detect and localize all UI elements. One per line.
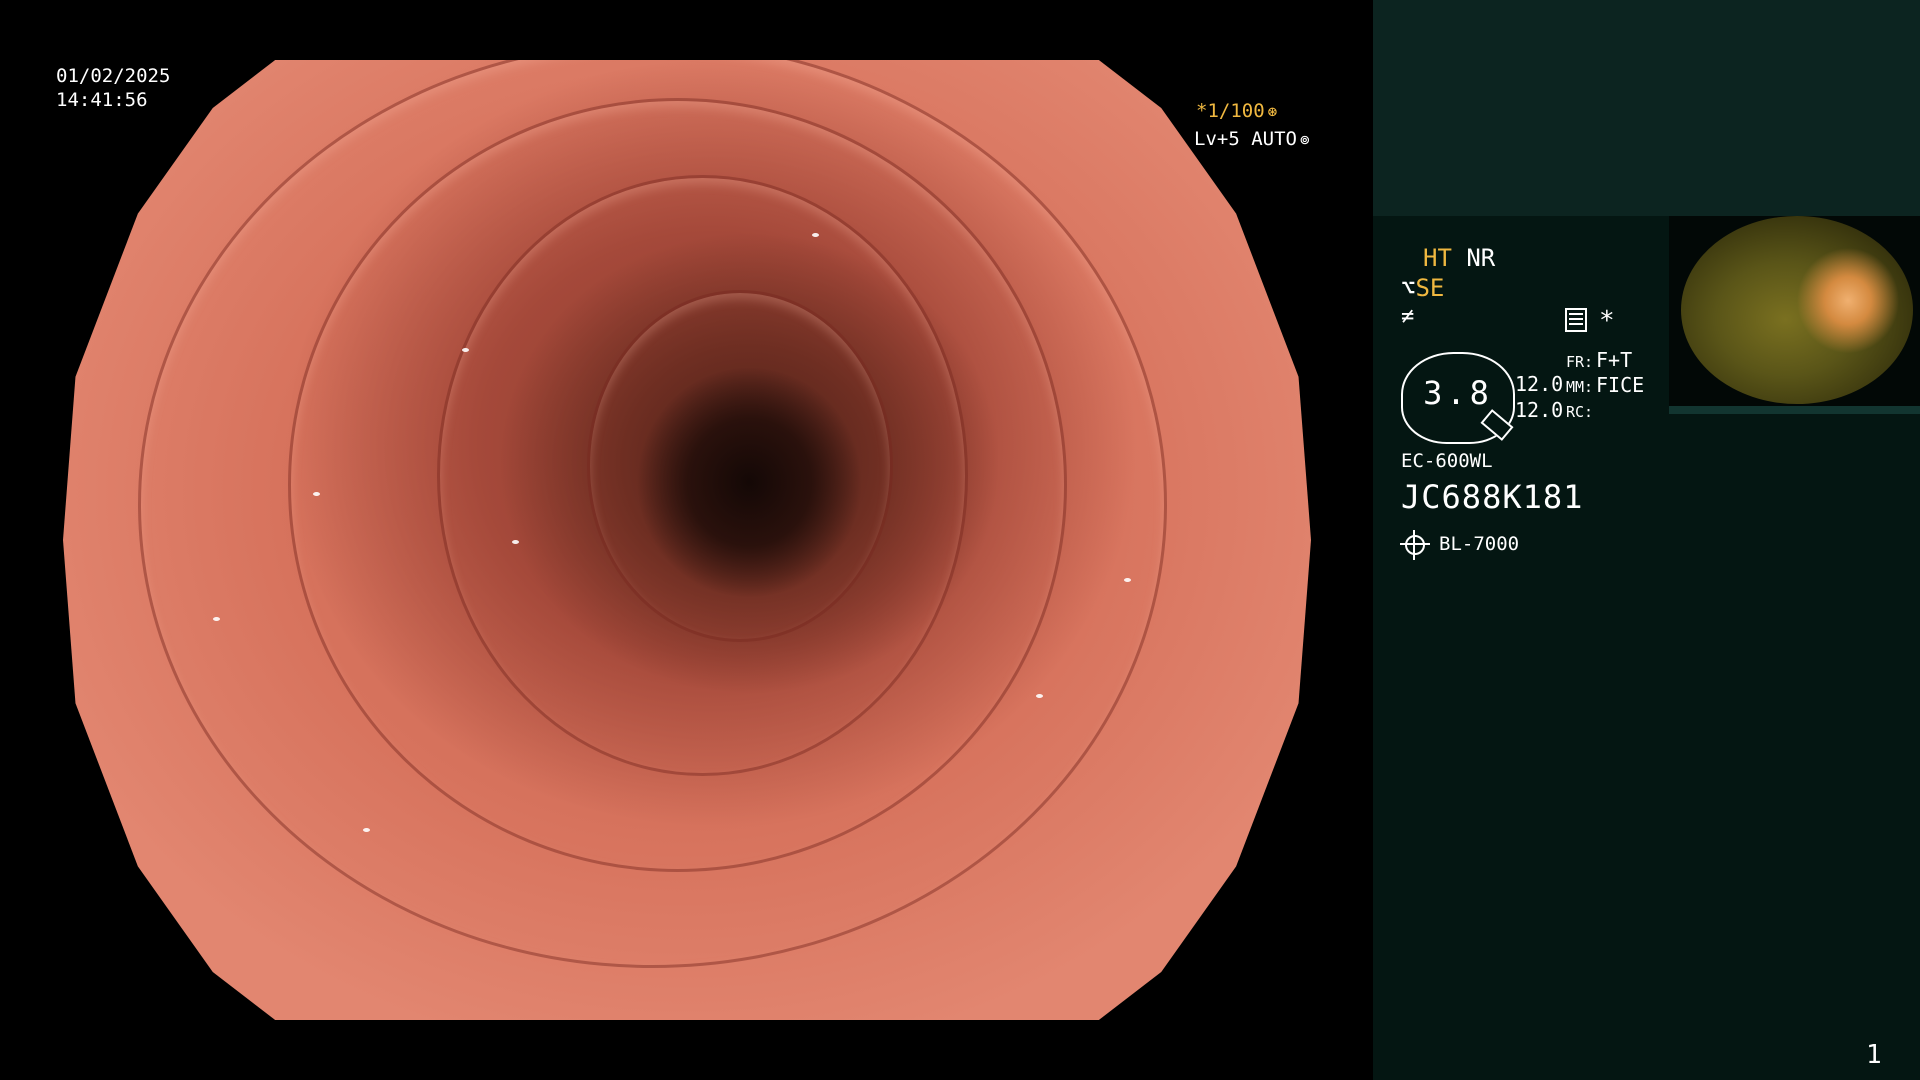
- endoscopic-image: [63, 60, 1311, 1020]
- time-text: 14:41:56: [56, 89, 148, 111]
- exposure-level: Lv+5 AUTO ⊚: [1194, 128, 1310, 150]
- date-time-display: 01/02/2025 14:41:56: [56, 64, 170, 112]
- shutter-speed: *1/100 ⊛: [1196, 100, 1277, 122]
- fr-value: F+T: [1596, 348, 1633, 372]
- nr-label: NR: [1466, 244, 1496, 272]
- zoom-gauge: 3.8: [1401, 352, 1515, 444]
- color-mode-icon: ≠: [1401, 304, 1415, 329]
- enhance-value-1: 12.0: [1515, 372, 1564, 396]
- se-row: ⌥SE: [1401, 274, 1444, 302]
- shutter-text: *1/100: [1196, 100, 1265, 122]
- endoscope-video-area: 01/02/2025 14:41:56 *1/100 ⊛ Lv+5 AUTO ⊚: [0, 0, 1373, 1080]
- ht-nr-row: HT NR: [1423, 244, 1495, 272]
- reflection: [212, 616, 220, 621]
- se-label: SE: [1415, 274, 1445, 302]
- thumbnail-image: [1681, 216, 1913, 404]
- aperture-icon: ⊛: [1267, 102, 1278, 121]
- mucosal-fold: [587, 290, 893, 642]
- iris-icon: ⊚: [1299, 130, 1310, 149]
- mm-label: MM:: [1566, 378, 1594, 396]
- info-side-panel: HT NR ⌥SE ≠ * 3.8 12.0 12.0 FR: F+T MM: …: [1373, 0, 1920, 1080]
- star-marker: *: [1599, 306, 1615, 336]
- gauge-value: 3.8: [1423, 374, 1493, 412]
- gauge-tab-icon: [1480, 409, 1514, 441]
- mm-value: FICE: [1596, 373, 1645, 397]
- thumbnail-bar: [1669, 406, 1920, 414]
- page-number: 1: [1866, 1040, 1882, 1070]
- scope-serial: JC688K181: [1401, 478, 1584, 516]
- reflection: [1036, 693, 1044, 698]
- date-text: 01/02/2025: [56, 65, 171, 87]
- reflection: [811, 232, 819, 237]
- fr-label: FR:: [1566, 353, 1594, 371]
- panel-top-strip: [1373, 0, 1920, 216]
- scope-model: EC-600WL: [1401, 450, 1493, 472]
- ht-label: HT: [1423, 244, 1452, 272]
- enhance-value-2: 12.0: [1515, 398, 1564, 422]
- rc-label: RC:: [1566, 403, 1594, 421]
- level-text: Lv+5 AUTO: [1194, 128, 1297, 150]
- light-source-label: BL-7000: [1439, 533, 1520, 555]
- light-source-icon: [1400, 530, 1430, 560]
- menu-icon: [1565, 308, 1587, 332]
- reflection: [312, 492, 320, 496]
- structure-icon: ⌥: [1401, 274, 1416, 302]
- reflection: [362, 828, 370, 832]
- thumbnail-preview: [1669, 216, 1920, 414]
